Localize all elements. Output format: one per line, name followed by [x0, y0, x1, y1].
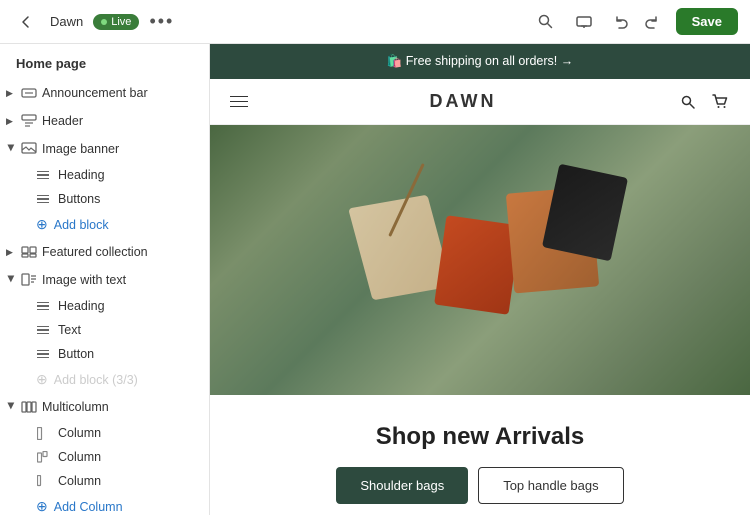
more-button[interactable]: ••• [149, 11, 174, 32]
buttons-label: Buttons [58, 192, 100, 206]
announcement-text: 🛍️ Free shipping on all orders! → [387, 54, 573, 69]
multicolumn-icon [20, 398, 38, 416]
bag-container [330, 140, 630, 380]
add-block-label: Add block [54, 218, 109, 232]
col2-icon [36, 450, 50, 464]
search-header-icon[interactable] [678, 92, 698, 112]
arrivals-title: Shop new Arrivals [230, 423, 730, 451]
top-bar: Dawn Live ••• [0, 0, 750, 44]
col2-label: Column [58, 450, 101, 464]
sidebar-item-image-with-text[interactable]: ▶ Image with text [0, 266, 209, 294]
sidebar-item-featured-collection[interactable]: ▶ Featured collection [0, 238, 209, 266]
heading2-label: Heading [58, 299, 105, 313]
sidebar-item-multicolumn[interactable]: ▶ Multicolumn [0, 393, 209, 421]
sidebar-subitem-col1[interactable]: Column [0, 421, 209, 445]
undo-icon [614, 14, 629, 29]
devices-button[interactable] [570, 8, 598, 36]
undo-redo-group [608, 8, 666, 36]
featured-collection-icon [20, 243, 38, 261]
plus-icon-col: ⊕ [36, 498, 48, 515]
back-icon [18, 14, 34, 30]
add-block-disabled-label: Add block (3/3) [54, 373, 138, 387]
plus-icon-disabled: ⊕ [36, 371, 48, 388]
expand-arrow-icon: ▶ [6, 402, 17, 412]
col1-icon [36, 426, 50, 440]
col3-icon [36, 474, 50, 488]
live-label: Live [111, 16, 131, 28]
product-buttons: Shoulder bags Top handle bags [230, 467, 730, 504]
search-icon [538, 14, 553, 29]
add-block-button[interactable]: ⊕ Add block [0, 211, 209, 238]
cart-icon[interactable] [710, 92, 730, 112]
header-icon [20, 112, 38, 130]
sidebar-subitem-text[interactable]: Text [0, 318, 209, 342]
top-bar-right: Save [532, 8, 738, 36]
sidebar-subitem-buttons[interactable]: Buttons [0, 187, 209, 211]
header-icons [678, 92, 730, 112]
col3-label: Column [58, 474, 101, 488]
bag2-shape [434, 215, 521, 315]
image-banner-label: Image banner [42, 142, 201, 156]
search-button[interactable] [532, 8, 560, 36]
devices-icon [576, 14, 592, 30]
live-badge: Live [93, 14, 139, 30]
expand-arrow-icon: ▶ [6, 275, 17, 285]
preview-pane: 🛍️ Free shipping on all orders! → DAWN [210, 44, 750, 515]
arrivals-section: Shop new Arrivals Shoulder bags Top hand… [210, 395, 750, 515]
heading1-label: Heading [58, 168, 105, 182]
preview-header: DAWN [210, 79, 750, 125]
lines-icon [36, 323, 50, 337]
sidebar-subitem-col3[interactable]: Column [0, 469, 209, 493]
redo-icon [644, 14, 659, 29]
sidebar-item-announcement-bar[interactable]: ▶ Announcement bar [0, 79, 209, 107]
sidebar-item-image-banner[interactable]: ▶ Image banner [0, 135, 209, 163]
text-label: Text [58, 323, 81, 337]
shoulder-bags-button[interactable]: Shoulder bags [336, 467, 468, 504]
preview-inner: 🛍️ Free shipping on all orders! → DAWN [210, 44, 750, 515]
redo-button[interactable] [638, 8, 666, 36]
save-button[interactable]: Save [676, 8, 738, 35]
add-column-button[interactable]: ⊕ Add Column [0, 493, 209, 515]
expand-arrow-icon: ▶ [6, 116, 16, 127]
main-layout: Home page ▶ Announcement bar ▶ Header ▶ … [0, 44, 750, 515]
hero-image [210, 125, 750, 395]
sidebar-subitem-button[interactable]: Button [0, 342, 209, 366]
lines-icon [36, 168, 50, 182]
expand-arrow-icon: ▶ [6, 88, 16, 99]
lines-icon [36, 192, 50, 206]
add-column-label: Add Column [54, 500, 123, 514]
add-block-disabled-button: ⊕ Add block (3/3) [0, 366, 209, 393]
brand-name: DAWN [430, 91, 497, 112]
plus-icon: ⊕ [36, 216, 48, 233]
button-label: Button [58, 347, 94, 361]
sidebar-subitem-col2[interactable]: Column [0, 445, 209, 469]
col1-label: Column [58, 426, 101, 440]
expand-arrow-icon: ▶ [6, 144, 17, 154]
header-label: Header [42, 114, 201, 128]
image-with-text-icon [20, 271, 38, 289]
sidebar-title: Home page [0, 44, 209, 79]
sidebar-subitem-heading1[interactable]: Heading [0, 163, 209, 187]
top-bar-left: Dawn Live ••• [12, 8, 174, 36]
lines-icon [36, 347, 50, 361]
sidebar: Home page ▶ Announcement bar ▶ Header ▶ … [0, 44, 210, 515]
expand-arrow-icon: ▶ [6, 247, 16, 258]
sidebar-subitem-heading2[interactable]: Heading [0, 294, 209, 318]
featured-collection-label: Featured collection [42, 245, 201, 259]
image-with-text-label: Image with text [42, 273, 201, 287]
bag4-shape [542, 164, 628, 262]
multicolumn-label: Multicolumn [42, 400, 201, 414]
preview-announcement-bar: 🛍️ Free shipping on all orders! → [210, 44, 750, 79]
hamburger-icon[interactable] [230, 96, 248, 108]
announcement-bar-label: Announcement bar [42, 86, 201, 100]
top-handle-bags-button[interactable]: Top handle bags [478, 467, 623, 504]
announcement-bar-icon [20, 84, 38, 102]
undo-button[interactable] [608, 8, 636, 36]
live-dot [101, 19, 107, 25]
lines-icon [36, 299, 50, 313]
back-button[interactable] [12, 8, 40, 36]
sidebar-item-header[interactable]: ▶ Header [0, 107, 209, 135]
store-name: Dawn [50, 14, 83, 29]
image-banner-icon [20, 140, 38, 158]
